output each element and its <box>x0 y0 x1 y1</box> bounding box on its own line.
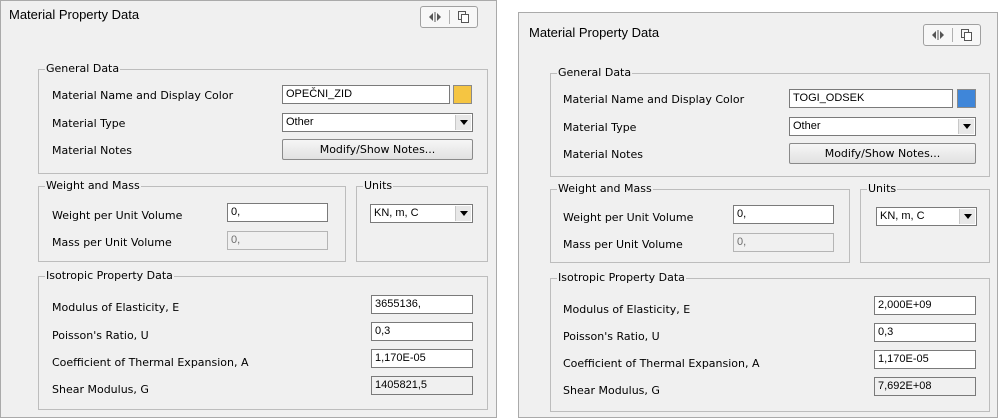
split-view-icon[interactable] <box>421 7 449 27</box>
weight-mass-group: Weight and Mass <box>38 179 346 262</box>
units-group: Units <box>356 179 488 262</box>
poisson-label: Poisson's Ratio, U <box>563 330 660 343</box>
units-group: Units <box>860 182 990 263</box>
group-label: General Data <box>557 66 633 80</box>
display-color-swatch[interactable] <box>453 85 472 104</box>
group-label: Units <box>363 179 394 193</box>
shear-modulus-value: 1405821,5 <box>371 376 473 395</box>
group-label: Weight and Mass <box>45 179 141 193</box>
display-color-swatch[interactable] <box>957 89 976 108</box>
modify-notes-button[interactable]: Modify/Show Notes... <box>282 139 473 160</box>
units-select[interactable]: KN, m, C <box>876 207 977 226</box>
material-property-dialog-right: Material Property Data General Data Mate… <box>518 12 998 418</box>
material-name-label: Material Name and Display Color <box>563 93 745 106</box>
material-property-dialog-left: Material Property Data General Data Mate… <box>0 0 497 418</box>
dialog-title: Material Property Data <box>529 25 660 40</box>
weight-per-volume-input[interactable]: 0, <box>227 203 328 222</box>
modulus-label: Modulus of Elasticity, E <box>52 301 180 314</box>
shear-modulus-label: Shear Modulus, G <box>52 383 149 396</box>
material-type-select[interactable]: Other <box>282 113 473 132</box>
material-type-select[interactable]: Other <box>789 117 976 136</box>
dialog-title: Material Property Data <box>9 7 140 22</box>
units-value: KN, m, C <box>374 207 419 219</box>
poisson-input[interactable]: 0,3 <box>874 323 976 342</box>
modulus-input[interactable]: 2,000E+09 <box>874 296 976 315</box>
split-view-icon[interactable] <box>924 25 952 45</box>
mass-per-volume-input: 0, <box>733 233 834 252</box>
weight-per-volume-input[interactable]: 0, <box>733 205 834 224</box>
shear-modulus-value: 7,692E+08 <box>874 377 976 396</box>
chevron-down-icon[interactable] <box>959 209 975 224</box>
material-name-input[interactable]: OPEČNI_ZID <box>282 85 450 104</box>
material-name-label: Material Name and Display Color <box>52 89 234 102</box>
units-select[interactable]: KN, m, C <box>370 204 473 223</box>
group-label: General Data <box>45 62 121 76</box>
title-button-group <box>420 6 478 28</box>
shear-modulus-label: Shear Modulus, G <box>563 384 660 397</box>
chevron-down-icon[interactable] <box>958 119 974 134</box>
group-label: Isotropic Property Data <box>45 269 174 283</box>
mass-per-volume-label: Mass per Unit Volume <box>563 238 683 251</box>
poisson-label: Poisson's Ratio, U <box>52 329 149 342</box>
poisson-input[interactable]: 0,3 <box>371 322 473 341</box>
copy-icon[interactable] <box>953 25 981 45</box>
units-value: KN, m, C <box>880 210 925 222</box>
mass-per-volume-input: 0, <box>227 231 328 250</box>
thermal-expansion-label: Coefficient of Thermal Expansion, A <box>563 357 760 370</box>
material-notes-label: Material Notes <box>52 144 132 157</box>
modify-notes-button[interactable]: Modify/Show Notes... <box>789 143 976 164</box>
group-label: Isotropic Property Data <box>557 271 686 285</box>
material-type-label: Material Type <box>52 117 126 130</box>
material-type-value: Other <box>793 120 821 132</box>
group-label: Units <box>867 182 898 196</box>
weight-per-volume-label: Weight per Unit Volume <box>563 211 694 224</box>
thermal-expansion-label: Coefficient of Thermal Expansion, A <box>52 356 249 369</box>
material-type-value: Other <box>286 116 314 128</box>
thermal-expansion-input[interactable]: 1,170E-05 <box>874 350 976 369</box>
thermal-expansion-input[interactable]: 1,170E-05 <box>371 349 473 368</box>
material-notes-label: Material Notes <box>563 148 643 161</box>
modulus-label: Modulus of Elasticity, E <box>563 303 691 316</box>
copy-icon[interactable] <box>450 7 478 27</box>
group-label: Weight and Mass <box>557 182 653 196</box>
modulus-input[interactable]: 3655136, <box>371 295 473 314</box>
chevron-down-icon[interactable] <box>455 206 471 221</box>
mass-per-volume-label: Mass per Unit Volume <box>52 236 172 249</box>
material-type-label: Material Type <box>563 121 637 134</box>
chevron-down-icon[interactable] <box>455 115 471 130</box>
material-name-input[interactable]: TOGI_ODSEK <box>789 89 953 108</box>
title-button-group <box>923 24 981 46</box>
weight-per-volume-label: Weight per Unit Volume <box>52 209 183 222</box>
